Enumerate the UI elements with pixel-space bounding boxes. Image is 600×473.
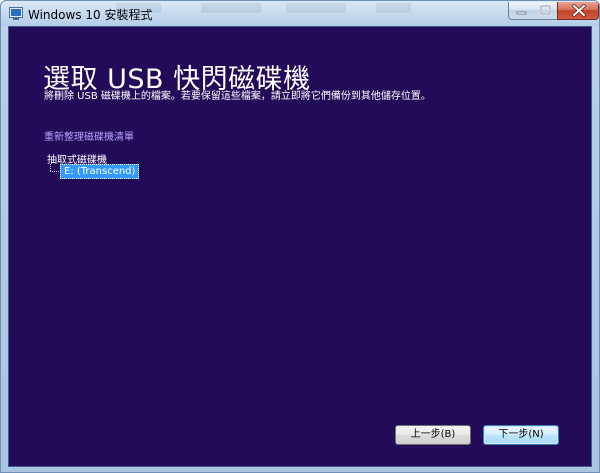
tree-connector [50,171,59,172]
tree-connector [50,164,51,171]
close-icon [572,4,586,17]
close-button[interactable] [557,2,599,20]
installer-window: Windows 10 安裝程式 選取 USB 快閃磁碟機 將刪除 USB 磁碟機… [0,0,600,473]
background-shadow [286,3,346,13]
warning-text: 將刪除 USB 磁碟機上的檔案。若要保留這些檔案，請立即將它們備份到其他儲存位置… [44,91,431,102]
background-shadow [376,3,411,13]
maximize-icon [539,4,552,16]
drive-item-e-transcend[interactable]: E: (Transcend) [60,164,140,179]
title-bar[interactable]: Windows 10 安裝程式 [1,1,599,26]
next-button[interactable]: 下一步(N) [483,425,559,445]
background-shadow [201,3,261,13]
maximize-button[interactable] [533,2,558,20]
content-panel: 選取 USB 快閃磁碟機 將刪除 USB 磁碟機上的檔案。若要保留這些檔案，請立… [8,26,592,467]
setup-app-icon [9,7,23,20]
back-button[interactable]: 上一步(B) [395,425,471,445]
background-shadow [116,3,161,13]
minimize-button[interactable] [508,2,534,20]
refresh-drive-list-link[interactable]: 重新整理磁碟機清單 [44,128,134,143]
minimize-icon [516,11,527,15]
